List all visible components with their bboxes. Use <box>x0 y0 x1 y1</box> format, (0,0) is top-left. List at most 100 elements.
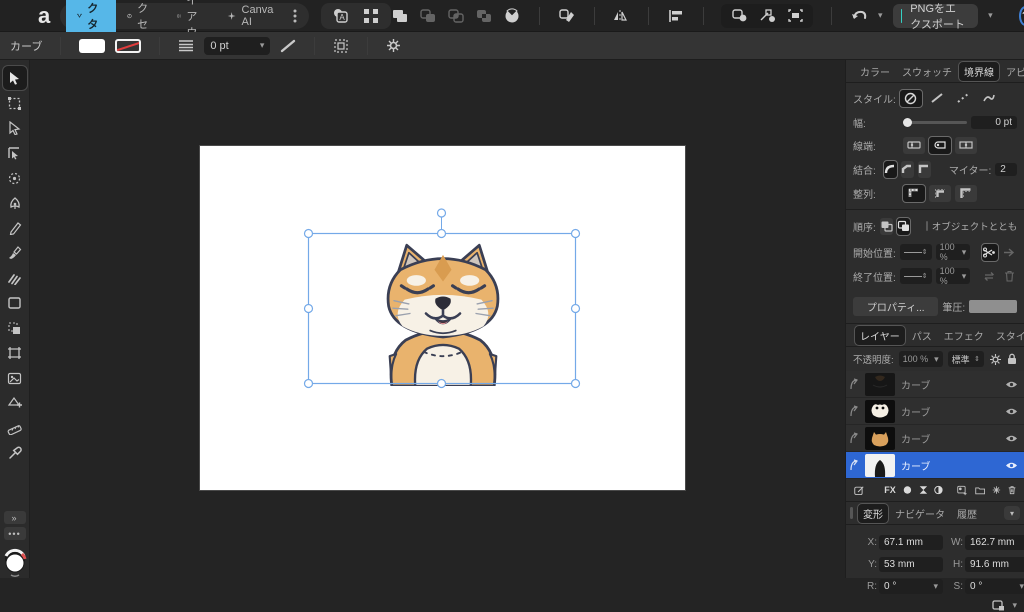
start-pressure-profile-select[interactable]: ⇕ <box>899 244 932 260</box>
visibility-eye-icon[interactable] <box>1005 434 1018 443</box>
boolean-intersect-button[interactable] <box>447 6 465 26</box>
cap-round-button[interactable] <box>928 135 952 155</box>
properties-button[interactable]: プロパティ... <box>853 296 939 316</box>
join-miter-button[interactable] <box>917 160 931 178</box>
fill-stroke-indicator[interactable] <box>2 548 28 578</box>
smudge-tool[interactable] <box>3 266 27 290</box>
new-pixel-layer-icon[interactable] <box>957 484 967 496</box>
end-position-percent[interactable]: 100 % ▾ <box>935 266 971 286</box>
tab-paths[interactable]: パス <box>907 326 937 345</box>
persona-overflow-menu[interactable] <box>287 5 303 27</box>
swap-profiles-button[interactable] <box>982 268 997 285</box>
cut-profile-button[interactable] <box>981 242 999 262</box>
adjustment-layer-icon[interactable] <box>919 484 928 496</box>
pattern-layer-icon[interactable] <box>992 484 1001 496</box>
align-center-button[interactable] <box>902 183 926 203</box>
flip-horizontal-button[interactable] <box>612 6 630 26</box>
tools-more-button[interactable]: ••• <box>3 527 26 540</box>
blend-options-gear-icon[interactable] <box>989 353 1002 366</box>
miter-field[interactable]: 2 <box>995 162 1017 176</box>
new-group-folder-icon[interactable] <box>974 485 985 496</box>
start-position-percent[interactable]: 100 % ▾ <box>935 242 971 262</box>
alignment-button[interactable] <box>667 6 685 26</box>
boolean-xor-button[interactable] <box>475 6 493 26</box>
stroke-style-none-button[interactable] <box>898 88 923 108</box>
layer-row[interactable]: カーブ <box>846 398 1024 425</box>
tab-effects[interactable]: エフェク <box>939 326 989 345</box>
tab-transform[interactable]: 変形 <box>857 502 889 524</box>
join-round-button[interactable] <box>882 159 898 179</box>
snapping-toggle-button[interactable] <box>729 6 749 26</box>
live-filter-icon[interactable] <box>934 484 944 496</box>
rotation-handle[interactable] <box>436 208 447 218</box>
rotation-field[interactable]: 0 ° ▾ <box>879 578 943 594</box>
style-paint-button[interactable] <box>558 6 576 26</box>
tab-appearance[interactable]: アピアラ <box>1001 62 1024 81</box>
align-inside-button[interactable] <box>929 184 951 202</box>
boolean-add-button[interactable] <box>391 6 409 26</box>
pressure-profile-box[interactable] <box>969 299 1017 313</box>
tab-color[interactable]: カラー <box>855 62 895 81</box>
image-place-tool[interactable] <box>3 366 27 390</box>
visibility-eye-icon[interactable] <box>1005 461 1018 470</box>
transform-mode-icon[interactable] <box>991 599 1006 612</box>
pen-tool[interactable] <box>3 191 27 215</box>
selection-handle-ne[interactable] <box>570 228 581 239</box>
align-outside-button[interactable] <box>955 184 977 202</box>
join-bevel-button[interactable] <box>900 160 914 178</box>
tab-history[interactable]: 履歴 <box>952 504 982 523</box>
color-picker-tool[interactable] <box>3 441 27 465</box>
export-png-button[interactable]: PNGをエクスポート <box>892 3 979 31</box>
measure-tool[interactable] <box>3 416 27 440</box>
move-tool[interactable] <box>1 65 28 91</box>
point-transform-tool[interactable] <box>3 166 27 190</box>
tools-expand-button[interactable]: » <box>3 511 26 524</box>
stroke-width-slider[interactable] <box>903 117 967 127</box>
node-tool[interactable] <box>3 116 27 140</box>
w-field[interactable]: 162.7 mm <box>965 534 1024 550</box>
h-field[interactable]: 91.6 mm <box>965 556 1024 572</box>
snap-to-node-button[interactable] <box>757 6 777 26</box>
vector-brush-tool[interactable] <box>3 241 27 265</box>
tab-layers[interactable]: レイヤー <box>854 324 906 346</box>
undo-history-chevron[interactable]: ▾ <box>878 10 883 21</box>
mask-layer-icon[interactable] <box>903 484 912 496</box>
tab-navigator[interactable]: ナビゲータ <box>890 504 950 523</box>
appearance-toggle-button[interactable]: A <box>331 6 351 26</box>
stroke-style-icon[interactable] <box>280 39 296 53</box>
opacity-select[interactable]: 100 % ▾ <box>898 351 943 367</box>
edit-mask-icon[interactable] <box>854 484 864 497</box>
undo-button[interactable] <box>850 6 868 26</box>
export-options-chevron[interactable]: ▾ <box>988 10 993 21</box>
fill-color-swatch[interactable] <box>79 38 106 53</box>
isolate-grid-icon[interactable] <box>333 38 349 53</box>
selection-overlay[interactable] <box>30 60 845 578</box>
selection-brush-tool[interactable] <box>3 316 27 340</box>
delete-layer-trash-icon[interactable] <box>1008 484 1016 496</box>
rectangle-tool[interactable] <box>3 291 27 315</box>
cap-butt-button[interactable] <box>903 136 925 154</box>
panel-menu-chevron[interactable]: ▾ <box>1004 506 1020 520</box>
blend-mode-select[interactable]: 標準 ⇕ <box>947 351 984 367</box>
stroke-width-field[interactable]: 0 pt <box>971 115 1017 129</box>
contour-tool[interactable] <box>3 141 27 165</box>
stroke-style-solid-button[interactable] <box>926 90 948 107</box>
end-pressure-profile-select[interactable]: ⇕ <box>899 268 932 284</box>
order-front-button[interactable] <box>879 217 893 235</box>
tab-swatches[interactable]: スウォッチ <box>897 62 957 81</box>
visibility-eye-icon[interactable] <box>1005 407 1018 416</box>
transform-origin-button[interactable] <box>785 6 805 26</box>
tab-stroke[interactable]: 境界線 <box>958 60 1000 82</box>
gear-icon[interactable] <box>386 38 401 53</box>
help-button[interactable]: ? <box>1018 5 1024 26</box>
tab-styles[interactable]: スタイル <box>991 326 1024 345</box>
selection-handle-nw[interactable] <box>303 228 314 239</box>
y-field[interactable]: 53 mm <box>879 556 943 572</box>
stroke-style-brush-button[interactable] <box>978 90 1000 107</box>
shear-field[interactable]: 0 ° ▾ <box>965 578 1024 594</box>
layer-row[interactable]: カーブ <box>846 371 1024 398</box>
transform-mode-chevron[interactable]: ▾ <box>1012 600 1017 611</box>
panel-grip[interactable] <box>850 507 853 519</box>
cap-square-button[interactable] <box>955 136 977 154</box>
selection-handle-n[interactable] <box>436 228 447 239</box>
